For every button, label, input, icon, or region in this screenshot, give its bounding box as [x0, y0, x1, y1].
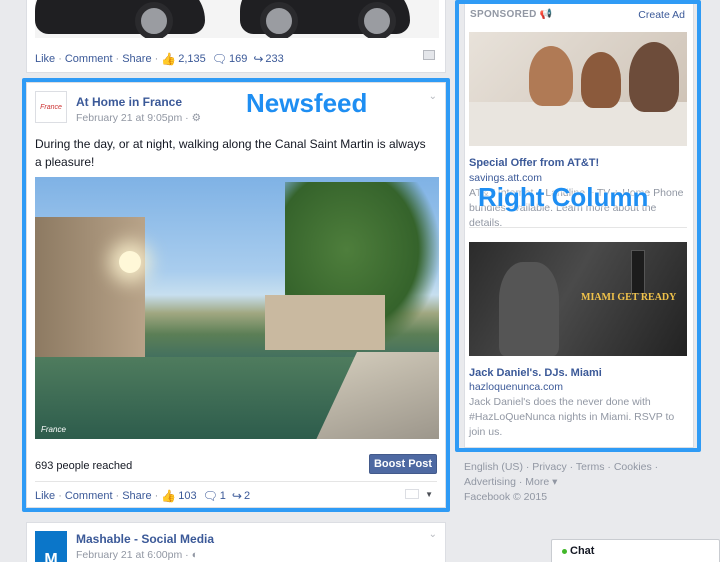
footer-link-privacy[interactable]: Privacy	[532, 461, 566, 473]
post-timestamp[interactable]: February 21 at 6:00pm · ◐	[76, 549, 198, 561]
page-name-link[interactable]: Mashable - Social Media	[76, 532, 214, 546]
copyright: Facebook © 2015	[464, 491, 548, 503]
footer-link-terms[interactable]: Terms	[576, 461, 605, 473]
post-action-bar: Like · Comment · Share · 👍 2,135 🗨 169 ↪ 233	[35, 52, 284, 66]
like-link[interactable]: Like	[35, 53, 55, 65]
footer-links: English (US) · Privacy · Terms · Cookies…	[464, 461, 659, 503]
car-image	[240, 0, 410, 38]
thumbs-up-icon: 👍	[161, 52, 177, 66]
share-arrow-icon: ↪	[253, 52, 264, 66]
comment-icon: 🗨	[211, 52, 227, 66]
chevron-down-icon[interactable]: ⌄	[429, 529, 437, 540]
footer-link-advertising[interactable]: Advertising	[464, 476, 516, 488]
newsfeed-annotation-box	[22, 78, 450, 512]
online-status-icon	[562, 548, 567, 554]
right-column-annotation-label: Right Column	[478, 182, 649, 212]
comment-link[interactable]: Comment	[65, 53, 113, 65]
post-photo-cars[interactable]	[35, 0, 439, 38]
right-column-annotation-box	[455, 0, 701, 452]
chat-tab[interactable]: Chat	[551, 539, 720, 562]
share-count[interactable]: 233	[265, 53, 283, 65]
footer-link-language[interactable]: English (US)	[464, 461, 523, 473]
share-link[interactable]: Share	[122, 53, 151, 65]
footer-link-cookies[interactable]: Cookies	[614, 461, 652, 473]
chat-label: Chat	[570, 545, 595, 557]
like-count[interactable]: 2,135	[178, 53, 206, 65]
newsfeed-annotation-label: Newsfeed	[246, 88, 368, 118]
next-post: M Mashable - Social Media February 21 at…	[26, 522, 446, 562]
timestamp-text[interactable]: February 21 at 6:00pm	[76, 549, 182, 561]
globe-icon: ◐	[191, 549, 198, 561]
flag-icon[interactable]	[423, 50, 435, 60]
previous-post: Like · Comment · Share · 👍 2,135 🗨 169 ↪ 233	[26, 0, 446, 73]
page-avatar[interactable]: M	[35, 531, 67, 562]
comment-count[interactable]: 169	[229, 53, 247, 65]
footer-link-more[interactable]: More	[525, 476, 549, 488]
car-image	[35, 0, 205, 38]
